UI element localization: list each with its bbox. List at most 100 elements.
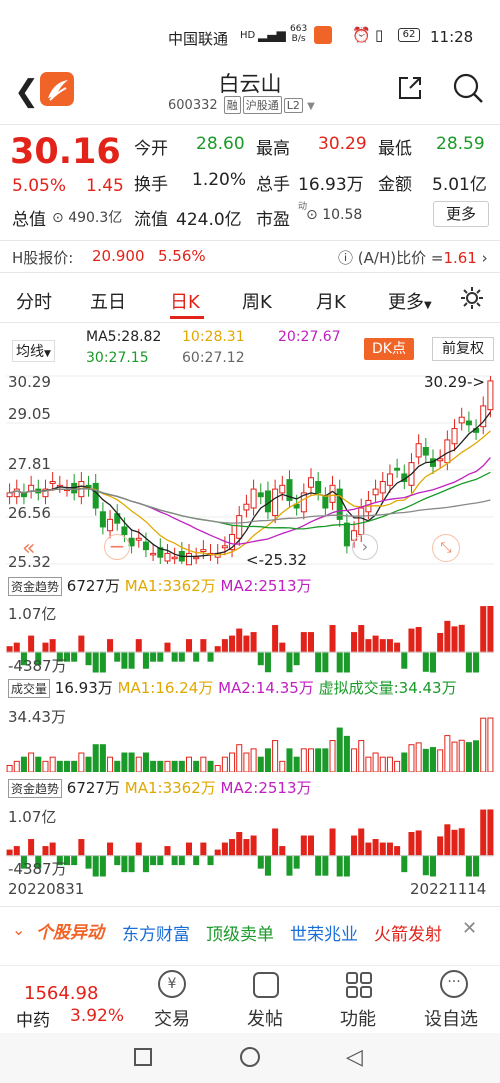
scroll-left-icon[interactable]: « xyxy=(22,536,35,561)
more-button[interactable]: 更多 xyxy=(433,201,489,227)
share-icon[interactable] xyxy=(396,74,424,102)
tab-daily-k[interactable]: 日K xyxy=(170,288,200,314)
gear-icon[interactable] xyxy=(459,285,485,311)
open-value: 28.60 xyxy=(196,134,245,154)
alert-item[interactable]: 火箭发射 xyxy=(374,920,442,945)
indicator-bar xyxy=(157,855,164,866)
indicator-bar xyxy=(114,760,121,772)
fund-trend-chart-2[interactable] xyxy=(6,798,494,878)
indicator3-select[interactable]: 资金趋势 xyxy=(8,779,63,798)
indicator-bar xyxy=(401,855,408,873)
divider xyxy=(0,124,500,125)
nav-trade[interactable]: 交易 xyxy=(154,1005,190,1031)
indicator-bar xyxy=(243,752,250,772)
ind2-top: 34.43万 xyxy=(8,708,66,726)
zoom-out-icon[interactable]: − xyxy=(104,534,130,560)
indicator-bar xyxy=(28,752,35,772)
candle-body xyxy=(372,488,379,496)
indicator-bar xyxy=(272,828,279,857)
alert-strip[interactable]: ⌄ 个股异动 东方财富 顶级卖单 世荣兆业 火箭发射 ✕ xyxy=(0,910,500,950)
indicator-bar xyxy=(465,742,472,772)
nav-post[interactable]: 发帖 xyxy=(247,1005,283,1031)
search-icon[interactable] xyxy=(452,72,484,104)
home-icon[interactable] xyxy=(240,1047,260,1067)
index-value[interactable]: 1564.98 xyxy=(24,983,98,1004)
indicator2-virtual: 虚拟成交量:34.43万 xyxy=(318,679,457,697)
volume-chart[interactable] xyxy=(6,698,494,772)
indicator-bar xyxy=(444,620,451,653)
adjust-button[interactable]: 前复权 xyxy=(432,337,494,361)
indicator-bar xyxy=(142,752,149,772)
indicator1-select[interactable]: 资金趋势 xyxy=(8,577,63,596)
nav-function[interactable]: 功能 xyxy=(340,1005,376,1031)
indicator-bar xyxy=(107,639,114,653)
mcap-label: 总值 xyxy=(12,210,46,230)
indicator3-ma2: MA2:2513万 xyxy=(220,779,312,797)
tab-intraday[interactable]: 分时 xyxy=(16,288,52,314)
indicator-bar xyxy=(272,625,279,653)
indicator-bar xyxy=(164,642,171,653)
tag-margin: 融 xyxy=(223,96,241,114)
indicator-bar xyxy=(250,835,257,857)
back-triangle-icon[interactable]: ◁ xyxy=(346,1045,363,1070)
indicator-bar xyxy=(279,760,286,772)
indicator-bar xyxy=(193,855,200,866)
chevron-down-icon[interactable]: ▼ xyxy=(307,101,315,112)
indicator-bar xyxy=(351,748,358,772)
indicator-bar xyxy=(28,635,35,653)
ma10-value: 10:28.31 xyxy=(182,329,245,345)
recent-apps-icon[interactable] xyxy=(134,1048,152,1066)
indicator-bar xyxy=(358,625,365,653)
close-icon[interactable]: ✕ xyxy=(462,918,477,939)
pe-value: ⊙ 10.58 xyxy=(306,207,363,223)
indicator-bar xyxy=(315,651,322,673)
alert-item[interactable]: 顶级卖单 xyxy=(206,920,274,945)
tab-monthly-k[interactable]: 月K xyxy=(316,288,346,314)
indicator-bar xyxy=(171,651,178,662)
indicator-bar xyxy=(264,651,271,673)
fund-trend-chart-1[interactable] xyxy=(6,596,494,674)
chevron-right-icon[interactable]: › xyxy=(352,534,378,560)
candlestick-chart[interactable] xyxy=(6,370,494,570)
fullscreen-icon[interactable]: ⤡ xyxy=(432,534,460,562)
tab-more[interactable]: 更多▼ xyxy=(388,288,432,314)
indicator2-header: 成交量 16.93万 MA1:16.24万 MA2:14.35万 虚拟成交量:3… xyxy=(8,677,457,698)
candle-body xyxy=(257,492,264,498)
indicator-bar xyxy=(78,752,85,772)
indicator-bar xyxy=(164,760,171,772)
low-annotation: <-25.32 xyxy=(246,551,307,569)
float-value: 424.0亿 xyxy=(176,210,242,230)
indicator-bar xyxy=(71,760,78,772)
indicator-bar xyxy=(135,842,142,857)
alert-item[interactable]: 世荣兆业 xyxy=(290,920,358,945)
indicator-bar xyxy=(286,855,293,876)
candle-body xyxy=(415,443,422,458)
tab-5day[interactable]: 五日 xyxy=(90,288,126,314)
indicator-bar xyxy=(229,839,236,857)
ah-ratio[interactable]: ⓘ (A/H)比价 =1.61 › xyxy=(338,247,488,268)
dk-point-button[interactable]: DK点 xyxy=(364,338,414,360)
candle-body xyxy=(107,518,114,532)
candle-body xyxy=(135,537,142,541)
indicator-bar xyxy=(473,740,480,772)
index-name: 中药 xyxy=(16,1011,50,1031)
change-pct: 5.05% xyxy=(12,176,67,196)
indicator-bar xyxy=(107,842,114,857)
tab-weekly-k[interactable]: 周K xyxy=(242,288,272,314)
date-end: 20221114 xyxy=(410,880,487,898)
indicator2-select[interactable]: 成交量 xyxy=(8,679,51,698)
alert-item[interactable]: 东方财富 xyxy=(122,920,190,945)
indicator-bar xyxy=(465,651,472,673)
indicator-bar xyxy=(157,651,164,662)
indicator-bar xyxy=(214,765,221,772)
ma-type-select[interactable]: 均线▼ xyxy=(12,340,55,362)
indicator-bar xyxy=(92,855,99,877)
indicator-bar xyxy=(422,651,429,672)
indicator-bar xyxy=(42,846,49,857)
y-axis-label: 30.29 xyxy=(8,373,51,391)
indicator-bar xyxy=(307,835,315,857)
ind1-bottom: -4387万 xyxy=(8,657,67,675)
candle-body xyxy=(458,416,465,424)
indicator-bar xyxy=(473,651,480,673)
nav-add-watchlist[interactable]: 设自选 xyxy=(424,1005,478,1031)
